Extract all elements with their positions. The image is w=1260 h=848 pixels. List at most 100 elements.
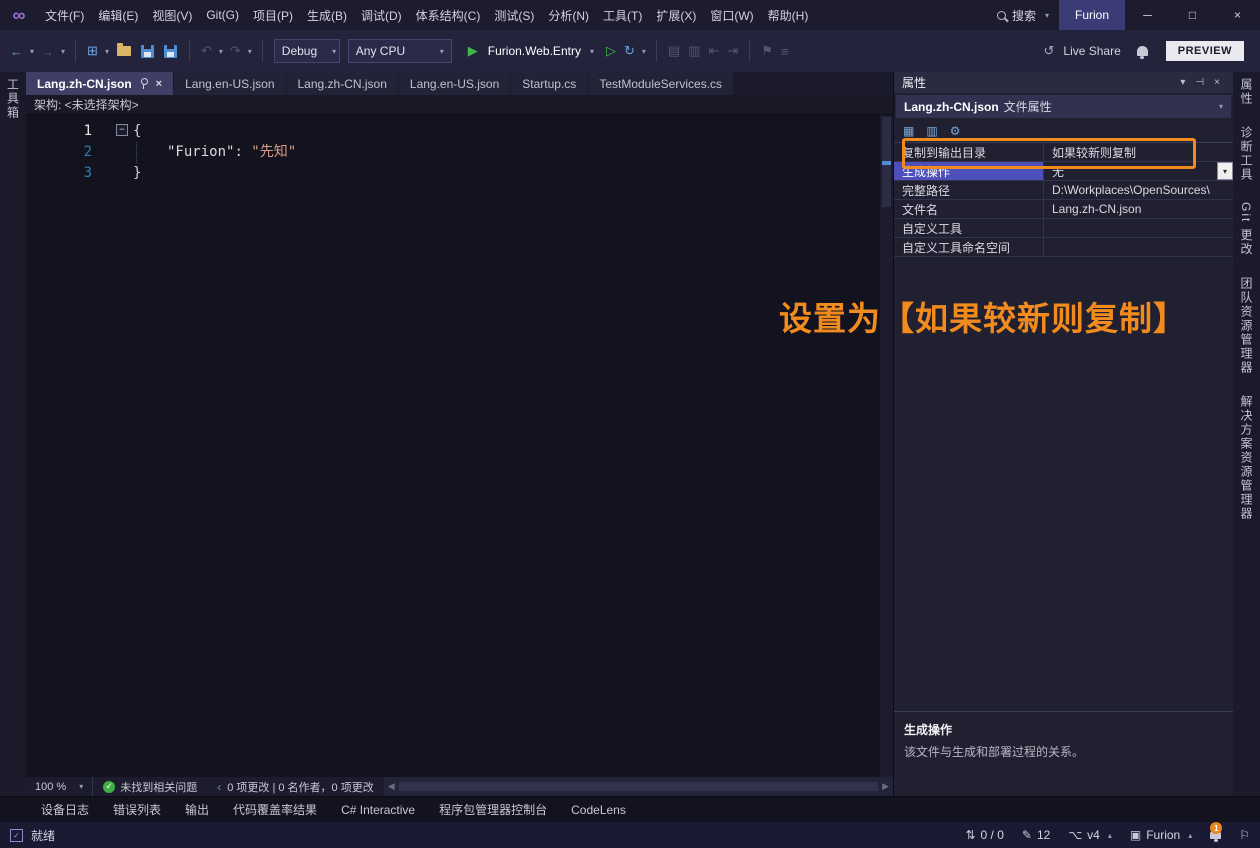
close-icon[interactable]: ×: [156, 78, 162, 90]
git-sync-status[interactable]: ⇅ 0 / 0: [965, 828, 1003, 842]
prop-row-copy-to-output[interactable]: 复制到输出目录 如果较新则复制: [894, 143, 1233, 162]
indent-decrease-icon[interactable]: ⇤: [704, 43, 723, 59]
notifications-button[interactable]: 1: [1210, 828, 1221, 842]
property-label[interactable]: 完整路径: [894, 181, 1044, 199]
object-selector-dropdown[interactable]: Lang.zh-CN.json 文件属性 ▾: [896, 95, 1231, 118]
preview-badge[interactable]: PREVIEW: [1166, 41, 1244, 61]
menu-edit[interactable]: 编辑(E): [91, 0, 145, 30]
solution-platform-dropdown[interactable]: Any CPU ▾: [348, 39, 452, 63]
start-debugging-button[interactable]: ▶ Furion.Web.Entry ▾: [456, 43, 602, 59]
bottomtab-code-coverage[interactable]: 代码覆盖率结果: [222, 801, 328, 818]
scroll-right-icon[interactable]: ▶: [882, 781, 889, 792]
bottomtab-csharp-interactive[interactable]: C# Interactive: [330, 803, 426, 817]
editor-code-area[interactable]: 1 −{ 2 "Furion": "先知" 3 }: [26, 115, 880, 777]
zoom-dropdown[interactable]: 100 % ▾: [26, 777, 93, 796]
tab-lang-en-us-2[interactable]: Lang.en-US.json: [399, 72, 510, 95]
navigate-back-icon[interactable]: ←: [6, 44, 27, 59]
start-without-debugging-icon[interactable]: ▷: [602, 43, 620, 59]
bottomtab-output[interactable]: 输出: [174, 801, 220, 818]
menu-view[interactable]: 视图(V): [145, 0, 199, 30]
tab-lang-en-us-1[interactable]: Lang.en-US.json: [174, 72, 285, 95]
live-share-button[interactable]: ↺ Live Share: [1031, 43, 1128, 59]
solution-name-badge[interactable]: Furion: [1059, 0, 1125, 30]
quick-search[interactable]: 搜索 ▾: [987, 0, 1059, 30]
misc-tool-icon[interactable]: ▥: [684, 43, 704, 59]
bookmark-icon[interactable]: ⚑: [757, 43, 777, 59]
bottomtab-codelens[interactable]: CodeLens: [560, 803, 637, 817]
property-value[interactable]: 如果较新则复制: [1044, 143, 1233, 161]
prop-row-build-action[interactable]: 生成操作 无 ▾: [894, 162, 1233, 181]
fold-collapse-icon[interactable]: −: [116, 124, 128, 136]
architecture-bar[interactable]: 架构: <未选择架构>: [26, 95, 893, 115]
tab-testmoduleservices-cs[interactable]: TestModuleServices.cs: [588, 72, 733, 95]
tab-lang-zh-cn-2[interactable]: Lang.zh-CN.json: [287, 72, 398, 95]
panel-close-icon[interactable]: ×: [1209, 77, 1225, 88]
prop-row-custom-tool[interactable]: 自定义工具: [894, 219, 1233, 238]
pending-changes-status[interactable]: ✎ 12: [1022, 828, 1050, 842]
menu-analyze[interactable]: 分析(N): [541, 0, 596, 30]
property-label[interactable]: 文件名: [894, 200, 1044, 218]
tab-lang-zh-cn-1[interactable]: Lang.zh-CN.json ×: [26, 72, 173, 95]
refresh-dropdown-icon[interactable]: ▾: [639, 47, 649, 56]
document-health-indicator[interactable]: ✓ 未找到相关问题: [93, 779, 207, 795]
property-label[interactable]: 自定义工具命名空间: [894, 238, 1044, 256]
menu-git[interactable]: Git(G): [199, 0, 246, 30]
tab-startup-cs[interactable]: Startup.cs: [511, 72, 587, 95]
git-repository-selector[interactable]: ▣ Furion ▴: [1130, 828, 1192, 842]
list-members-icon[interactable]: ≡: [777, 44, 793, 59]
close-button[interactable]: ×: [1215, 0, 1260, 30]
minimize-button[interactable]: ─: [1125, 0, 1170, 30]
categorized-icon[interactable]: ▦: [903, 124, 914, 138]
pin-icon[interactable]: [140, 78, 148, 89]
navigate-forward-dropdown-icon[interactable]: ▾: [58, 47, 68, 56]
sidebar-item-team-explorer[interactable]: 团队资源管理器: [1238, 277, 1255, 375]
scroll-left-icon[interactable]: ◀: [388, 781, 395, 792]
bottomtab-device-log[interactable]: 设备日志: [30, 801, 100, 818]
new-project-dropdown-icon[interactable]: ▾: [102, 47, 112, 56]
sidebar-item-git-changes[interactable]: Git 更改: [1238, 202, 1255, 257]
redo-dropdown-icon[interactable]: ▾: [245, 47, 255, 56]
misc-tool-icon[interactable]: ▤: [664, 43, 684, 59]
sidebar-item-solution-explorer[interactable]: 解决方案资源管理器: [1238, 395, 1255, 521]
new-project-icon[interactable]: ⊞: [83, 43, 102, 59]
property-value[interactable]: [1044, 238, 1233, 256]
property-label[interactable]: 复制到输出目录: [894, 143, 1044, 161]
redo-icon[interactable]: ↷: [226, 43, 245, 59]
undo-dropdown-icon[interactable]: ▾: [216, 47, 226, 56]
scrollbar-thumb[interactable]: [399, 782, 878, 791]
notifications-icon[interactable]: [1137, 46, 1148, 56]
property-value[interactable]: 无: [1044, 162, 1233, 180]
menu-tools[interactable]: 工具(T): [596, 0, 649, 30]
panel-pin-icon[interactable]: ⊣: [1190, 77, 1209, 88]
undo-icon[interactable]: ↶: [197, 43, 216, 59]
property-value[interactable]: [1044, 219, 1233, 237]
open-file-icon[interactable]: [117, 46, 131, 56]
git-branch-selector[interactable]: ⌥ v4 ▴: [1068, 828, 1112, 842]
menu-build[interactable]: 生成(B): [300, 0, 354, 30]
value-dropdown-button[interactable]: ▾: [1217, 162, 1233, 180]
sidebar-item-properties[interactable]: 属性: [1238, 78, 1255, 106]
property-value[interactable]: D:\Workplaces\OpenSources\: [1044, 181, 1233, 199]
save-icon[interactable]: [141, 45, 154, 58]
alphabetical-icon[interactable]: ▥: [926, 124, 937, 138]
solution-configuration-dropdown[interactable]: Debug ▾: [274, 39, 340, 63]
background-tasks-icon[interactable]: ✓: [10, 829, 23, 842]
refresh-icon[interactable]: ↻: [620, 43, 639, 59]
feedback-icon[interactable]: ⚐: [1239, 828, 1250, 842]
prop-row-file-name[interactable]: 文件名 Lang.zh-CN.json: [894, 200, 1233, 219]
menu-project[interactable]: 项目(P): [246, 0, 300, 30]
prop-row-custom-tool-namespace[interactable]: 自定义工具命名空间: [894, 238, 1233, 257]
panel-menu-caret-icon[interactable]: ▾: [1175, 77, 1190, 88]
menu-window[interactable]: 窗口(W): [703, 0, 760, 30]
editor-vertical-scrollbar[interactable]: [880, 115, 893, 777]
menu-extensions[interactable]: 扩展(X): [649, 0, 703, 30]
maximize-button[interactable]: □: [1170, 0, 1215, 30]
menu-debug[interactable]: 调试(D): [354, 0, 409, 30]
bottomtab-package-manager-console[interactable]: 程序包管理器控制台: [428, 801, 558, 818]
menu-test[interactable]: 测试(S): [487, 0, 541, 30]
indent-increase-icon[interactable]: ⇥: [723, 43, 742, 59]
navigate-forward-icon[interactable]: →: [37, 44, 58, 59]
property-value[interactable]: Lang.zh-CN.json: [1044, 200, 1233, 218]
property-pages-icon[interactable]: ⚙: [950, 124, 961, 138]
sidebar-item-diagnostic-tools[interactable]: 诊断工具: [1238, 126, 1255, 182]
